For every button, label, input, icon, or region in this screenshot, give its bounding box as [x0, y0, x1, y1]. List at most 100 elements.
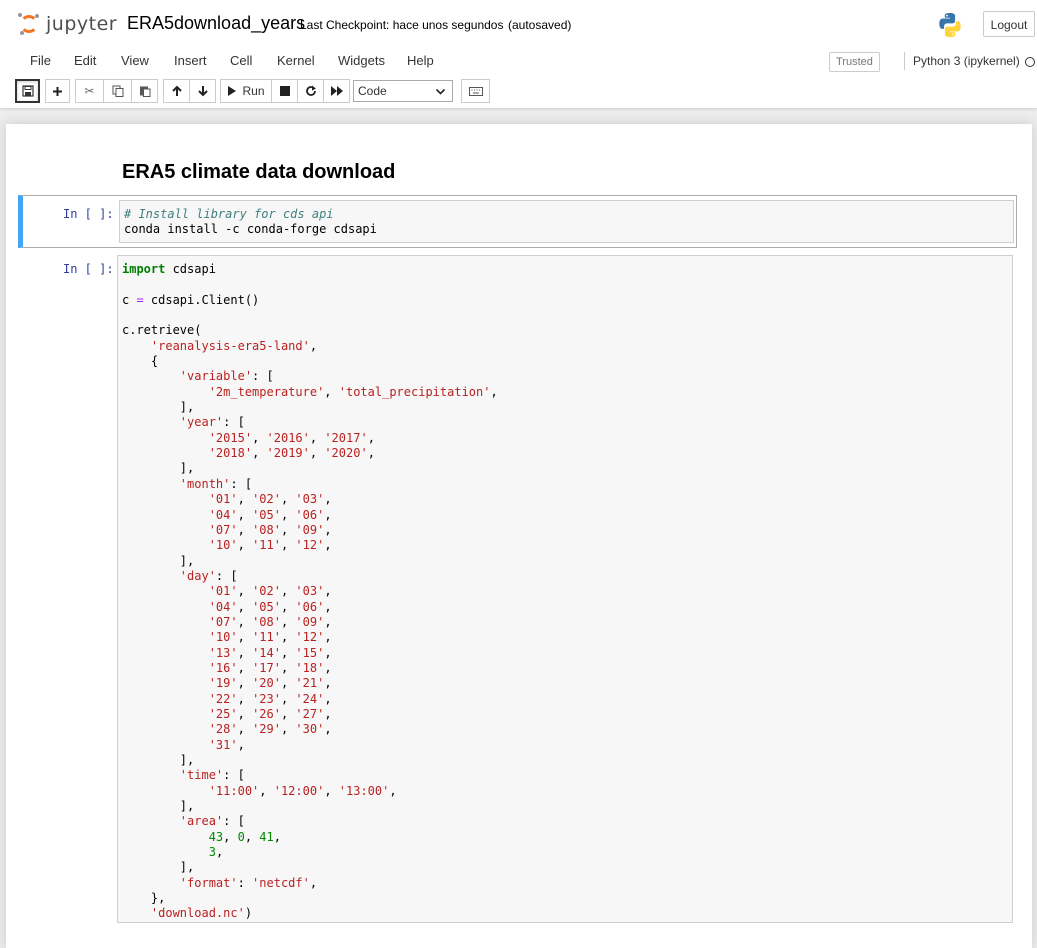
interrupt-button[interactable]	[271, 79, 298, 103]
code-line: # Install library for cds api	[124, 207, 334, 221]
code-line: '31',	[208, 737, 245, 752]
code-editor[interactable]: # Install library for cds api conda inst…	[119, 200, 1014, 243]
code-line: 'month': [	[179, 476, 253, 491]
input-prompt: In [ ]:	[63, 262, 114, 276]
menu-insert[interactable]: Insert	[174, 47, 207, 75]
notebook-header: jupyter ERA5download_years Last Checkpoi…	[0, 0, 1037, 108]
copy-cell-button[interactable]	[103, 79, 132, 103]
code-line: ],	[122, 553, 195, 568]
menu-file[interactable]: File	[30, 47, 51, 75]
cut-cell-button[interactable]: ✂	[75, 79, 104, 103]
menu-bar: File Edit View Insert Cell Kernel Widget…	[14, 47, 1037, 75]
code-cell-2[interactable]: In [ ]: import cdsapi c = cdsapi.Client(…	[18, 252, 1017, 942]
code-line: 'year': [	[179, 415, 245, 430]
code-line: '2m_temperature', 'total_precipitation',	[208, 384, 498, 399]
code-line: c.retrieve(	[122, 323, 202, 338]
code-line: c = cdsapi.Client()	[122, 292, 260, 307]
code-line: '25', '26', '27',	[208, 706, 332, 721]
paste-icon	[139, 86, 150, 97]
menu-cell[interactable]: Cell	[230, 47, 252, 75]
code-line: '13', '14', '15',	[208, 645, 332, 660]
code-line: import cdsapi	[122, 262, 216, 276]
last-checkpoint: Last Checkpoint: hace unos segundos	[300, 18, 504, 32]
code-line: '22', '23', '24',	[208, 691, 332, 706]
kernel-divider	[904, 52, 905, 70]
cut-icon: ✂	[84, 84, 95, 98]
kernel-name[interactable]: Python 3 (ipykernel)	[913, 54, 1020, 68]
insert-cell-button[interactable]	[45, 79, 70, 103]
run-button[interactable]: Run	[220, 79, 272, 103]
code-editor[interactable]: import cdsapi c = cdsapi.Client() c.retr…	[117, 255, 1013, 923]
jupyter-logo-text: jupyter	[46, 13, 118, 35]
paste-cell-button[interactable]	[131, 79, 158, 103]
command-palette-button[interactable]	[461, 79, 490, 103]
code-line: 'time': [	[179, 768, 245, 783]
arrow-up-icon	[171, 85, 182, 96]
markdown-heading[interactable]: ERA5 climate data download	[122, 161, 395, 184]
code-line: '07', '08', '09',	[208, 522, 332, 537]
fast-forward-icon	[330, 86, 343, 96]
copy-icon	[112, 85, 123, 97]
code-line: '04', '05', '06',	[208, 507, 332, 522]
header-top-bar: jupyter ERA5download_years Last Checkpoi…	[0, 0, 1037, 46]
chevron-down-icon	[435, 88, 446, 95]
code-line: '16', '17', '18',	[208, 660, 332, 675]
move-up-button[interactable]	[163, 79, 190, 103]
save-button[interactable]	[15, 79, 40, 103]
code-line: 'area': [	[179, 814, 245, 829]
stop-icon	[279, 86, 290, 96]
code-line: '01', '02', '03',	[208, 492, 332, 507]
code-line: '07', '08', '09',	[208, 614, 332, 629]
code-line: 3,	[208, 845, 224, 860]
code-line: 'variable': [	[179, 369, 274, 384]
code-line: '2015', '2016', '2017',	[208, 430, 375, 445]
play-icon	[228, 86, 237, 96]
input-prompt: In [ ]:	[63, 207, 114, 221]
plus-icon	[53, 86, 62, 96]
code-line: 43, 0, 41,	[208, 829, 281, 844]
code-line: 'reanalysis-era5-land',	[150, 338, 318, 353]
arrow-down-icon	[197, 86, 208, 97]
code-line: '01', '02', '03',	[208, 584, 332, 599]
cell-type-value: Code	[358, 84, 387, 98]
code-line: ],	[122, 400, 195, 415]
code-line: '11:00', '12:00', '13:00',	[208, 783, 397, 798]
code-line: ],	[122, 860, 195, 875]
jupyter-logo[interactable]: jupyter	[18, 11, 117, 37]
logout-button[interactable]: Logout	[983, 11, 1035, 37]
restart-icon	[305, 85, 316, 96]
menu-help[interactable]: Help	[407, 47, 434, 75]
code-line: {	[122, 354, 159, 369]
jupyter-logo-icon	[18, 13, 40, 35]
save-icon	[21, 85, 34, 97]
code-line: '19', '20', '21',	[208, 676, 332, 691]
code-line: ],	[122, 461, 195, 476]
code-line: 'format': 'netcdf',	[179, 875, 318, 890]
notebook-name[interactable]: ERA5download_years	[127, 13, 305, 34]
code-line: '10', '11', '12',	[208, 538, 332, 553]
code-line: ],	[122, 799, 195, 814]
menu-view[interactable]: View	[121, 47, 149, 75]
keyboard-icon	[468, 86, 483, 96]
code-line: '28', '29', '30',	[208, 722, 332, 737]
code-line: 'download.nc')	[150, 906, 253, 921]
menu-kernel[interactable]: Kernel	[277, 47, 315, 75]
code-line: 'day': [	[179, 568, 238, 583]
menu-widgets[interactable]: Widgets	[338, 47, 385, 75]
trusted-indicator[interactable]: Trusted	[829, 52, 880, 72]
code-line: conda install -c conda-forge cdsapi	[124, 222, 377, 237]
move-down-button[interactable]	[189, 79, 216, 103]
autosave-status: (autosaved)	[508, 18, 572, 32]
restart-run-all-button[interactable]	[323, 79, 350, 103]
code-line: },	[122, 891, 166, 906]
code-line: '10', '11', '12',	[208, 630, 332, 645]
cell-type-select[interactable]: Code	[353, 80, 453, 102]
code-line: '04', '05', '06',	[208, 599, 332, 614]
notebook-toolbar: ✂ Run Code	[14, 79, 1037, 103]
code-cell-1[interactable]: In [ ]: # Install library for cds api co…	[18, 195, 1017, 248]
menu-edit[interactable]: Edit	[74, 47, 96, 75]
restart-button[interactable]	[297, 79, 324, 103]
code-line: '2018', '2019', '2020',	[208, 446, 375, 461]
run-label: Run	[242, 84, 265, 98]
notebook-container: ERA5 climate data download In [ ]: # Ins…	[6, 124, 1032, 948]
